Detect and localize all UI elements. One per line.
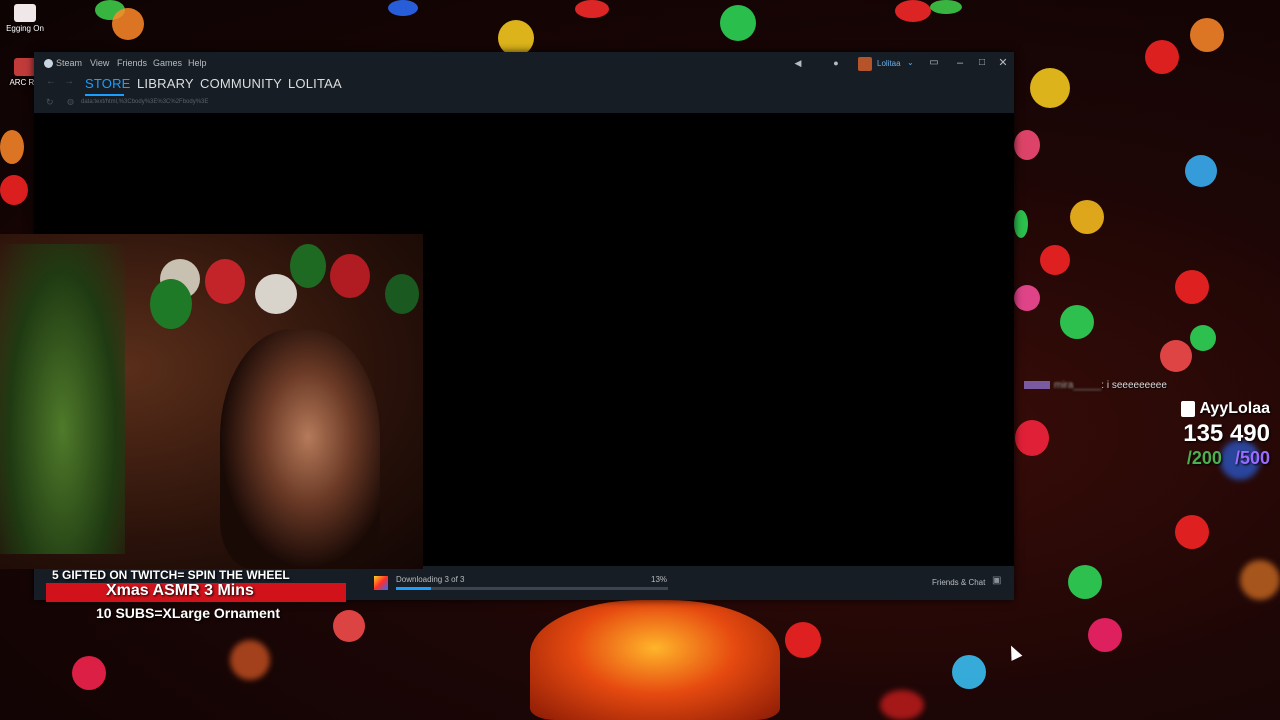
download-percent: 13% <box>651 575 668 584</box>
globe-icon: ◍ <box>67 97 74 106</box>
close-icon[interactable]: ✕ <box>995 56 1011 70</box>
bokeh-light <box>720 5 756 41</box>
balloon <box>205 259 245 304</box>
desktop-shortcut[interactable]: Egging On <box>0 4 50 33</box>
avatar[interactable] <box>858 57 872 71</box>
bokeh-light <box>333 610 365 642</box>
active-tab-indicator <box>85 94 124 96</box>
bokeh-light <box>112 8 144 40</box>
egg-icon <box>14 4 36 22</box>
chat-icon[interactable]: ▣ <box>992 575 1001 586</box>
bokeh-light <box>0 130 24 164</box>
balloon <box>150 279 192 329</box>
bokeh-light <box>1185 155 1217 187</box>
chat-message: mira_____: i seeeeeeeee <box>1024 380 1167 391</box>
tab-library[interactable]: LIBRARY <box>137 76 194 91</box>
channel-name: AyyLolaa <box>1199 400 1270 417</box>
url-bar: ↻ ◍ data:text/html,%3Cbody%3E%3C%2Fbody%… <box>34 97 1014 111</box>
total-count: 135 490 <box>1183 420 1270 447</box>
webcam-feed <box>0 234 423 569</box>
chat-text: : i seeeeeeeee <box>1101 380 1167 391</box>
balloon <box>255 274 297 314</box>
balloon <box>290 244 326 288</box>
balloon <box>385 274 419 314</box>
menu-games[interactable]: Games <box>153 58 182 68</box>
gifted-subs-goal: 5 GIFTED ON TWITCH= SPIN THE WHEEL <box>52 568 290 582</box>
bokeh-light <box>1015 420 1049 456</box>
broadcast-icon[interactable]: ◀ <box>790 56 806 70</box>
bokeh-light <box>1190 18 1224 52</box>
bokeh-light <box>1014 130 1040 160</box>
tab-store[interactable]: STORE <box>85 76 131 91</box>
bokeh-light <box>1070 200 1104 234</box>
tab-profile[interactable]: LOLITAA <box>288 76 342 91</box>
maximize-icon[interactable]: □ <box>974 56 990 70</box>
stream-stats: AyyLolaa 135 490 /200 /500 <box>1130 400 1270 469</box>
reload-icon[interactable]: ↻ <box>46 97 54 108</box>
bokeh-light <box>230 640 270 680</box>
arc-raiders-icon <box>14 58 36 76</box>
goal-two: /500 <box>1234 448 1270 468</box>
goal-one: /200 <box>1186 448 1222 468</box>
account-name[interactable]: Lolitaa <box>877 59 901 68</box>
bokeh-light <box>498 20 534 56</box>
streamer <box>220 329 380 569</box>
bokeh-light <box>785 622 821 658</box>
bokeh-light <box>0 175 28 205</box>
xmas-asmr-text: Xmas ASMR 3 Mins <box>106 582 254 599</box>
menu-help[interactable]: Help <box>188 58 207 68</box>
bokeh-light <box>930 0 962 14</box>
desktop-shortcut-label: Egging On <box>6 24 44 33</box>
download-progress-fill <box>396 587 432 590</box>
forward-arrow-icon[interactable]: → <box>64 76 74 87</box>
bokeh-light <box>575 0 609 18</box>
goal-row: /200 /500 <box>1130 448 1270 469</box>
balloon <box>330 254 370 298</box>
bokeh-light <box>1175 515 1209 549</box>
bokeh-light <box>1240 560 1280 600</box>
bokeh-light <box>72 656 106 690</box>
url-text[interactable]: data:text/html,%3Cbody%3E%3C%2Fbody%3E <box>81 99 208 105</box>
chat-badges-icon <box>1024 381 1050 390</box>
bokeh-light <box>952 655 986 689</box>
download-status[interactable]: Downloading 3 of 3 <box>396 575 465 584</box>
bokeh-light <box>1145 40 1179 74</box>
back-arrow-icon[interactable]: ← <box>46 76 56 87</box>
chevron-down-icon[interactable]: ⌄ <box>907 58 914 67</box>
download-progress-bar[interactable] <box>396 587 668 590</box>
bokeh-light <box>1160 340 1192 372</box>
channel-row: AyyLolaa <box>1130 400 1270 418</box>
bokeh-light <box>1088 618 1122 652</box>
menu-steam[interactable]: Steam <box>56 58 82 68</box>
bokeh-light <box>1175 270 1209 304</box>
christmas-tree <box>0 244 125 554</box>
bokeh-light <box>1030 68 1070 108</box>
bokeh-light <box>388 0 418 16</box>
bokeh-light <box>880 690 924 720</box>
bokeh-light <box>1014 210 1028 238</box>
steam-logo-icon <box>44 59 53 68</box>
menu-view[interactable]: View <box>90 58 109 68</box>
chat-username: mira_____ <box>1054 380 1102 391</box>
big-picture-icon[interactable]: ▭ <box>926 56 942 70</box>
notification-bell-icon[interactable]: ● <box>828 56 844 70</box>
plush-toy <box>530 600 780 720</box>
bokeh-light <box>1040 245 1070 275</box>
game-icon <box>374 576 388 590</box>
twitch-icon <box>1181 400 1196 417</box>
bokeh-light <box>1060 305 1094 339</box>
tab-community[interactable]: COMMUNITY <box>200 76 282 91</box>
bokeh-light <box>1014 285 1040 311</box>
title-bar[interactable]: Steam View Friends Games Help ◀ ● Lolita… <box>34 52 1014 76</box>
bokeh-light <box>1190 325 1216 351</box>
bokeh-light <box>895 0 931 22</box>
minimize-icon[interactable]: – <box>952 56 968 70</box>
bokeh-light <box>1068 565 1102 599</box>
friends-chat-button[interactable]: Friends & Chat <box>932 578 985 587</box>
subs-goal-text: 10 SUBS=XLarge Ornament <box>96 605 281 621</box>
menu-friends[interactable]: Friends <box>117 58 147 68</box>
